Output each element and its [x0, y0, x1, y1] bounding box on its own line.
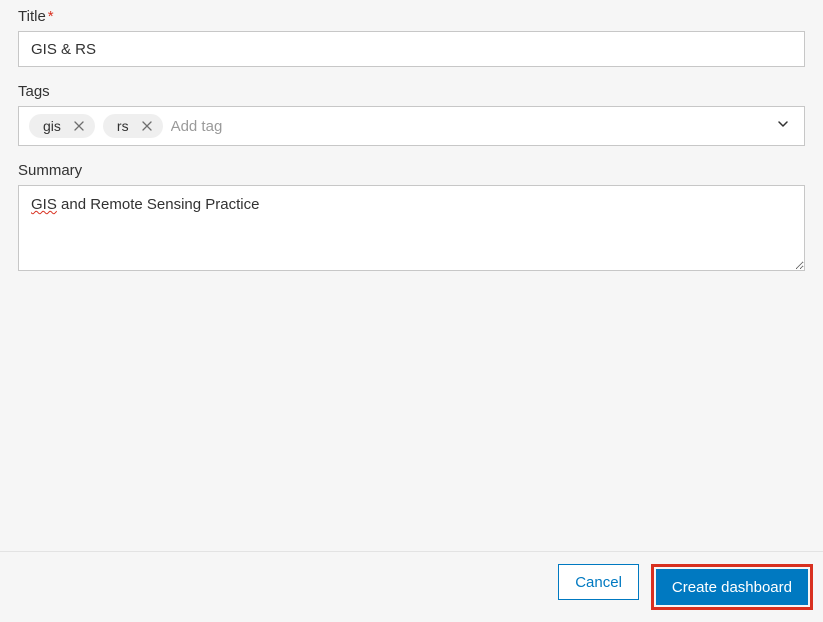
tag-chip: gis	[29, 114, 95, 138]
required-marker: *	[48, 8, 54, 25]
title-field: Title*	[18, 8, 805, 67]
tags-label: Tags	[18, 83, 805, 100]
summary-text-rest: and Remote Sensing Practice	[57, 196, 260, 213]
tags-field: Tags gis rs	[18, 83, 805, 146]
title-input[interactable]	[18, 31, 805, 67]
create-dashboard-button[interactable]: Create dashboard	[656, 569, 808, 605]
tags-input-box[interactable]: gis rs	[18, 106, 805, 146]
form-area: Title* Tags gis rs Summary	[0, 0, 823, 271]
dialog-footer: Cancel Create dashboard	[0, 551, 823, 622]
tag-text: rs	[117, 118, 129, 134]
chevron-down-icon[interactable]	[776, 117, 790, 135]
close-icon[interactable]	[139, 118, 155, 134]
tag-text: gis	[43, 118, 61, 134]
cancel-button[interactable]: Cancel	[558, 564, 639, 600]
summary-textarea[interactable]: GIS and Remote Sensing Practice	[18, 185, 805, 271]
highlight-annotation: Create dashboard	[651, 564, 813, 610]
summary-label: Summary	[18, 162, 805, 179]
title-label: Title*	[18, 8, 805, 25]
summary-text-spellchecked: GIS	[31, 196, 57, 213]
tags-add-input[interactable]	[171, 118, 764, 135]
tag-chip: rs	[103, 114, 163, 138]
summary-field: Summary GIS and Remote Sensing Practice	[18, 162, 805, 271]
title-label-text: Title	[18, 8, 46, 25]
close-icon[interactable]	[71, 118, 87, 134]
